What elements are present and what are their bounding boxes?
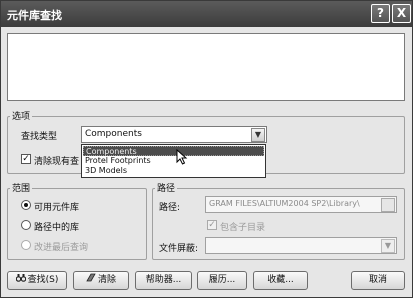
path-input[interactable]: GRAM FILES\ALTIUM2004 SP2\Library\	[205, 196, 397, 213]
scope-radio-libraries-on-path[interactable]	[21, 220, 31, 230]
dropdown-item-protel-footprints[interactable]: Protel Footprints	[83, 156, 264, 166]
include-subdirs-label: 包含子目录	[220, 223, 266, 233]
folder-browse-icon[interactable]	[381, 198, 395, 212]
history-button[interactable]: 履历...	[197, 271, 247, 290]
favorites-button-label: 收藏...	[267, 275, 294, 285]
clear-existing-label: 清除现有查	[34, 157, 80, 167]
close-button[interactable]: X	[392, 4, 411, 23]
find-type-select[interactable]: Components ▼	[81, 126, 267, 143]
chevron-down-icon[interactable]: ▼	[381, 239, 395, 253]
window-title: 元件库查找	[7, 9, 62, 22]
clear-button-label: 清除	[97, 275, 116, 285]
checkmark-icon: ✓	[22, 154, 30, 164]
title-bar[interactable]: 元件库查找 ? X	[1, 1, 412, 27]
file-mask-label: 文件屏蔽:	[159, 244, 199, 254]
dropdown-item-components[interactable]: Components	[83, 146, 264, 156]
clear-button[interactable]: 清除	[73, 271, 129, 290]
scope-group-label: 范围	[10, 181, 33, 194]
cancel-button-label: 取消	[368, 275, 387, 285]
path-group-label: 路径	[155, 181, 178, 194]
mouse-pointer-icon	[176, 149, 188, 165]
path-label: 路径:	[159, 203, 181, 213]
dropdown-item-3d-models[interactable]: 3D Models	[83, 166, 264, 176]
scope-label-available-libraries: 可用元件库	[34, 203, 80, 213]
find-type-label: 查找类型	[21, 132, 58, 142]
favorites-button[interactable]: 收藏...	[253, 271, 308, 290]
eraser-icon	[86, 272, 96, 289]
find-type-dropdown-list: Components Protel Footprints 3D Models	[81, 144, 266, 178]
search-libraries-dialog: 元件库查找 ? X 选项 查找类型 Components ▼ ✓ 清除现有查 范…	[0, 0, 413, 298]
search-button-label: 查找(S)	[27, 275, 59, 285]
scope-label-libraries-on-path: 路径中的库	[34, 223, 80, 233]
clear-existing-checkbox[interactable]: ✓	[21, 154, 31, 164]
search-query-textarea[interactable]	[7, 33, 405, 101]
file-mask-select[interactable]: ▼	[205, 237, 397, 254]
history-button-label: 履历...	[208, 275, 236, 285]
find-type-value: Components	[85, 129, 142, 139]
helper-button-label: 帮助器...	[145, 275, 182, 285]
helper-button[interactable]: 帮助器...	[135, 271, 192, 290]
scope-radio-available-libraries[interactable]	[21, 200, 31, 210]
chevron-down-icon[interactable]: ▼	[251, 128, 265, 142]
search-button[interactable]: 查找(S)	[7, 271, 67, 290]
cancel-button[interactable]: 取消	[351, 271, 405, 290]
path-value: GRAM FILES\ALTIUM2004 SP2\Library\	[209, 199, 360, 208]
binoculars-icon	[15, 272, 26, 289]
include-subdirs-checkbox[interactable]: ✓	[207, 220, 217, 230]
scope-label-refine-last-search: 改进最后查询	[34, 243, 89, 253]
options-group-label: 选项	[10, 109, 33, 122]
scope-radio-refine-last-search[interactable]	[21, 240, 31, 250]
help-button[interactable]: ?	[371, 4, 390, 23]
checkmark-icon: ✓	[208, 220, 216, 230]
